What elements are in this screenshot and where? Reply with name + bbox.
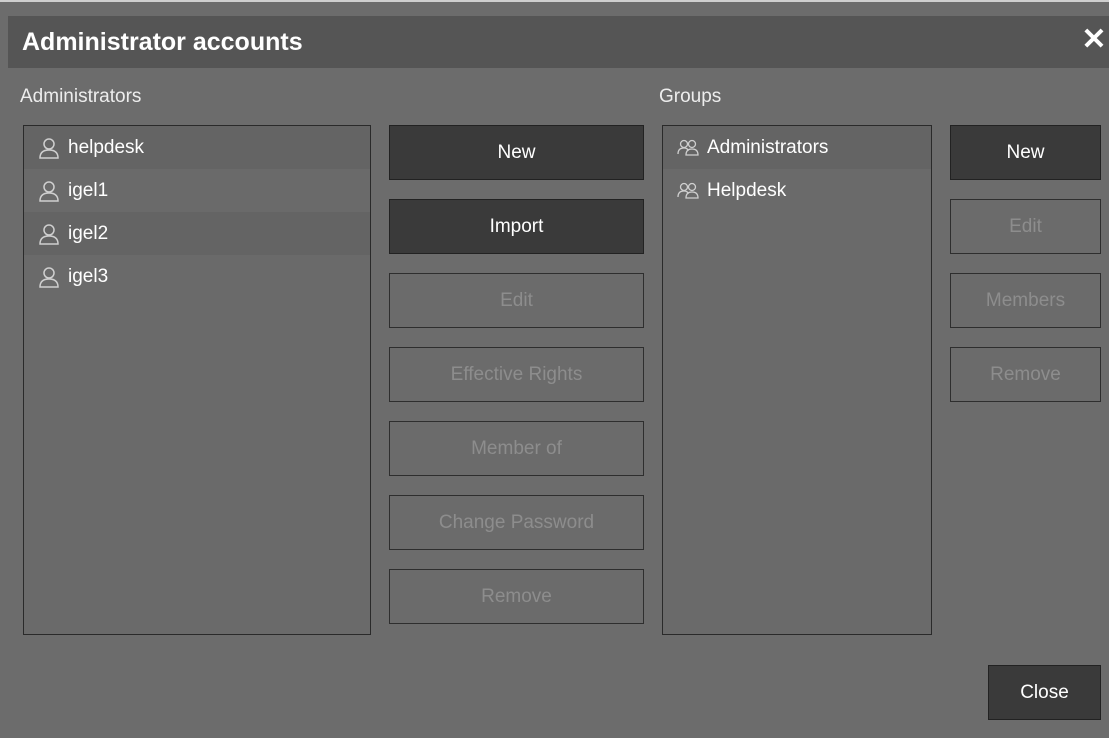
administrators-label: Administrators (20, 86, 142, 107)
groups-label: Groups (659, 86, 722, 107)
admin-import-button[interactable]: Import (389, 199, 644, 254)
close-icon[interactable]: ✕ (1081, 24, 1107, 56)
effective-rights-button[interactable]: Effective Rights (389, 347, 644, 402)
group-row-helpdesk[interactable]: Helpdesk (663, 169, 931, 212)
admin-new-button[interactable]: New (389, 125, 644, 180)
member-of-button[interactable]: Member of (389, 421, 644, 476)
close-button[interactable]: Close (988, 665, 1101, 720)
group-name: Administrators (707, 136, 829, 158)
change-password-button[interactable]: Change Password (389, 495, 644, 550)
group-new-button[interactable]: New (950, 125, 1101, 180)
members-button[interactable]: Members (950, 273, 1101, 328)
group-row-administrators[interactable]: Administrators (663, 126, 931, 169)
groups-list[interactable]: Administrators Helpdesk (662, 125, 932, 635)
title-bar: Administrator accounts ✕ (8, 16, 1109, 68)
dialog-body: Administrators helpdesk igel1 igel2 igel… (8, 68, 1109, 738)
group-remove-button[interactable]: Remove (950, 347, 1101, 402)
admin-row-helpdesk[interactable]: helpdesk (24, 126, 370, 169)
admin-name: igel3 (68, 265, 109, 287)
window-top-edge (0, 0, 1109, 8)
admin-name: helpdesk (68, 136, 145, 158)
user-icon (39, 223, 59, 245)
admin-edit-button[interactable]: Edit (389, 273, 644, 328)
admin-row-igel1[interactable]: igel1 (24, 169, 370, 212)
user-icon (39, 137, 59, 159)
admin-name: igel2 (68, 222, 109, 244)
user-icon (39, 266, 59, 288)
group-name: Helpdesk (707, 179, 787, 201)
administrators-list[interactable]: helpdesk igel1 igel2 igel3 (23, 125, 371, 635)
admin-row-igel2[interactable]: igel2 (24, 212, 370, 255)
admin-remove-button[interactable]: Remove (389, 569, 644, 624)
user-icon (39, 180, 59, 202)
group-edit-button[interactable]: Edit (950, 199, 1101, 254)
admin-row-igel3[interactable]: igel3 (24, 255, 370, 298)
group-icon (677, 182, 699, 199)
admin-name: igel1 (68, 179, 109, 201)
dialog-title: Administrator accounts (22, 28, 303, 56)
group-icon (677, 139, 699, 156)
